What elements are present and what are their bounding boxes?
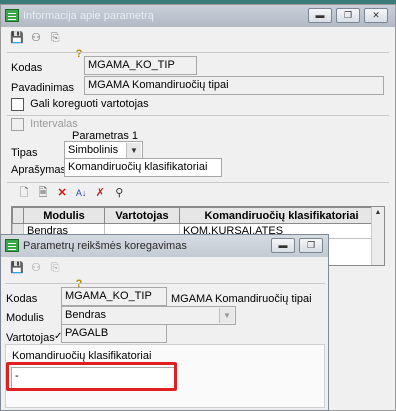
restore-button[interactable]: ❐ — [336, 8, 360, 23]
grid-toolbar: 🗋 🗎 ✕ A↓ ✗ ⚲ — [16, 185, 156, 203]
kodas-label: Kodas — [6, 293, 38, 305]
delete-icon[interactable]: ✕ — [54, 185, 70, 201]
copy-icon[interactable]: ⎘ — [47, 260, 63, 276]
aprasymas-label: Aprašymas — [11, 164, 67, 176]
app-icon — [5, 239, 19, 252]
app-icon — [5, 9, 19, 22]
kodas-label: Kodas — [11, 62, 43, 74]
chevron-down-icon[interactable]: ▼ — [126, 143, 141, 158]
toolbar: 💾 ⚇ ⎘ ? — [9, 30, 139, 60]
search-icon[interactable]: ⚲ — [111, 185, 127, 201]
section-divider — [7, 115, 389, 116]
clear-filter-icon[interactable]: ✗ — [92, 185, 108, 201]
checkbox-box[interactable] — [11, 97, 24, 111]
toolbar-divider — [7, 52, 389, 53]
users-icon[interactable]: ⚇ — [28, 30, 44, 46]
tipas-label: Tipas — [11, 147, 38, 159]
aprasymas-field[interactable]: Komandiruočių klasifikatoriai — [64, 158, 222, 177]
minimize-button[interactable]: ▬ — [308, 8, 332, 23]
intervalas-label: Intervalas — [30, 118, 78, 130]
dialog-title: Parametrų reikšmės koregavimas — [23, 240, 187, 252]
highlight-box — [6, 362, 177, 391]
modulis-value: Bendras — [65, 309, 106, 321]
modulis-label: Modulis — [6, 312, 44, 324]
save-icon[interactable]: 💾 — [9, 30, 25, 46]
kodas-field[interactable]: MGAMA_KO_TIP — [61, 287, 167, 306]
save-icon[interactable]: 💾 — [9, 260, 25, 276]
parameter-info-titlebar[interactable]: Informacija apie parametrą ▬ ❐ ✕ — [1, 5, 395, 27]
scrollbar[interactable]: ▲ — [371, 207, 384, 265]
pavadinimas-field[interactable]: MGAMA Komandiruočių tipai — [84, 76, 384, 95]
chevron-up-icon[interactable]: ▲ — [372, 207, 384, 219]
tipas-value: Simbolinis — [68, 144, 119, 156]
grid-corner — [12, 207, 24, 224]
pavadinimas-label: Pavadinimas — [11, 82, 74, 94]
column-header[interactable]: Komandiruočių klasifikatoriai — [179, 207, 384, 224]
column-header[interactable]: Vartotojas — [104, 207, 180, 224]
new-icon[interactable]: 🗋 — [16, 185, 32, 201]
edit-icon[interactable]: 🗎 — [35, 185, 51, 201]
window-title: Informacija apie parametrą — [23, 10, 154, 22]
users-icon[interactable]: ⚇ — [28, 260, 44, 276]
checkbox-box — [11, 117, 24, 131]
kodas-field[interactable]: MGAMA_KO_TIP — [84, 56, 197, 75]
toolbar-divider — [5, 283, 325, 284]
minimize-button[interactable]: ▬ — [271, 238, 295, 253]
section-divider-2 — [7, 182, 389, 183]
sort-icon[interactable]: A↓ — [73, 185, 89, 201]
gali-koreguoti-checkbox[interactable]: Gali koreguoti vartotojas — [11, 97, 149, 112]
intervalas-checkbox: Intervalas — [11, 117, 78, 132]
edit-value-titlebar[interactable]: Parametrų reikšmės koregavimas ▬ ❐ — [1, 235, 328, 257]
chevron-down-icon[interactable]: ▼ — [219, 308, 234, 323]
kodas-name: MGAMA Komandiruočių tipai — [171, 293, 312, 305]
modulis-select[interactable]: Bendras ▼ — [61, 306, 236, 325]
vartotojas-field[interactable]: PAGALB — [61, 324, 167, 343]
restore-button[interactable]: ❐ — [299, 238, 323, 253]
dialog-toolbar: 💾 ⚇ ⎘ ? — [9, 260, 139, 290]
edit-value-dialog: Parametrų reikšmės koregavimas ▬ ❐ 💾 ⚇ ⎘… — [0, 234, 329, 411]
copy-icon[interactable]: ⎘ — [47, 30, 63, 46]
column-header[interactable]: Modulis — [23, 207, 105, 224]
gali-koreguoti-label: Gali koreguoti vartotojas — [30, 98, 149, 110]
close-button[interactable]: ✕ — [364, 8, 388, 23]
